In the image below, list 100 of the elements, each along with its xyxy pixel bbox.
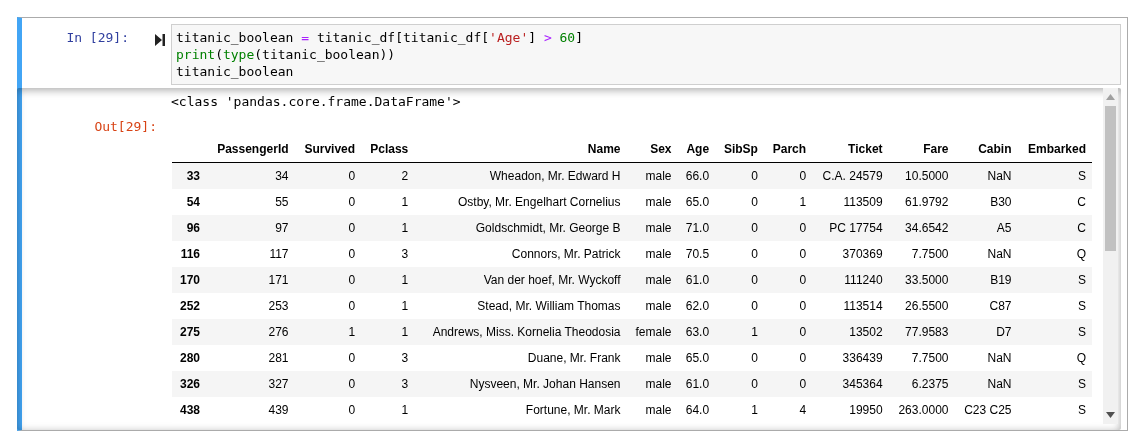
input-prompt: In [29]: <box>65 29 130 45</box>
row-index: 438 <box>172 397 206 423</box>
table-cell: D7 <box>954 319 1018 345</box>
table-cell: 61.0 <box>677 371 716 397</box>
table-cell: 0 <box>294 397 362 423</box>
table-cell: 263.0000 <box>888 397 955 423</box>
table-cell: 1 <box>763 189 813 215</box>
table-cell: 61.0 <box>677 267 716 293</box>
table-cell: Connors, Mr. Patrick <box>414 241 627 267</box>
table-cell: B19 <box>954 267 1018 293</box>
scroll-down-icon[interactable] <box>1106 412 1115 418</box>
table-cell: 33.5000 <box>888 267 955 293</box>
column-header: Name <box>414 136 627 163</box>
table-cell: 0 <box>294 293 362 319</box>
table-cell: PC 17754 <box>812 215 889 241</box>
stdout-text: <class 'pandas.core.frame.DataFrame'> <box>171 94 462 109</box>
table-cell: 55 <box>206 189 295 215</box>
table-cell: 0 <box>294 162 362 189</box>
table-cell: C <box>1017 189 1092 215</box>
table-cell: 253 <box>206 293 295 319</box>
code-line: print(type(titanic_boolean)) <box>176 46 397 63</box>
table-cell: male <box>626 215 678 241</box>
table-cell: male <box>626 345 678 371</box>
table-cell: 0 <box>715 345 764 371</box>
table-cell: 7.7500 <box>888 241 955 267</box>
table-cell: C87 <box>954 293 1018 319</box>
table-cell: 281 <box>206 345 295 371</box>
row-index: 96 <box>172 215 206 241</box>
table-cell: 0 <box>715 293 764 319</box>
row-index: 280 <box>172 345 206 371</box>
table-cell: 77.9583 <box>888 319 955 345</box>
table-cell: S <box>1017 371 1092 397</box>
column-header: SibSp <box>715 136 764 163</box>
column-header: Pclass <box>361 136 415 163</box>
table-cell: female <box>626 319 678 345</box>
table-cell: 34 <box>206 162 295 189</box>
column-header: Sex <box>626 136 678 163</box>
table-cell: S <box>1017 397 1092 423</box>
table-cell: 0 <box>715 189 764 215</box>
table-cell: Nysveen, Mr. Johan Hansen <box>414 371 627 397</box>
table-cell: 19950 <box>812 397 889 423</box>
table-cell: 3 <box>361 345 415 371</box>
table-cell: C <box>1017 215 1092 241</box>
column-header: Ticket <box>812 136 889 163</box>
table-cell: 0 <box>763 162 813 189</box>
table-cell: 111240 <box>812 267 889 293</box>
table-cell: 0 <box>294 241 362 267</box>
table-cell: 0 <box>715 241 764 267</box>
table-cell: male <box>626 189 678 215</box>
table-cell: Q <box>1017 241 1092 267</box>
scroll-thumb[interactable] <box>1105 106 1116 251</box>
column-header: PassengerId <box>206 136 295 163</box>
table-cell: 276 <box>206 319 295 345</box>
table-cell: Q <box>1017 345 1092 371</box>
table-cell: Stead, Mr. William Thomas <box>414 293 627 319</box>
row-index: 252 <box>172 293 206 319</box>
table-cell: 66.0 <box>677 162 716 189</box>
table-cell: 0 <box>715 267 764 293</box>
table-cell: 0 <box>715 371 764 397</box>
table-cell: male <box>626 397 678 423</box>
vertical-scrollbar[interactable] <box>1103 88 1118 424</box>
table-cell: 1 <box>361 189 415 215</box>
column-header: Cabin <box>954 136 1018 163</box>
table-cell: male <box>626 371 678 397</box>
table-cell: 0 <box>763 241 813 267</box>
table-cell: 0 <box>763 267 813 293</box>
table-cell: 1 <box>361 267 415 293</box>
table-cell: 6.2375 <box>888 371 955 397</box>
table-cell: 10.5000 <box>888 162 955 189</box>
table-cell: 0 <box>763 319 813 345</box>
table-cell: 61.9792 <box>888 189 955 215</box>
row-index: 326 <box>172 371 206 397</box>
table-cell: 34.6542 <box>888 215 955 241</box>
table-cell: 1 <box>294 319 362 345</box>
table-cell: 0 <box>715 215 764 241</box>
column-header: Parch <box>763 136 813 163</box>
table-cell: Andrews, Miss. Kornelia Theodosia <box>414 319 627 345</box>
table-cell: 70.5 <box>677 241 716 267</box>
table-cell: 65.0 <box>677 345 716 371</box>
table-cell: Duane, Mr. Frank <box>414 345 627 371</box>
code-editor[interactable]: titanic_boolean = titanic_df[titanic_df['Age'] > 60] print(type(titanic_boolean)) titanic_boolean <box>171 24 1121 85</box>
column-header: Age <box>677 136 716 163</box>
table-cell: 26.5500 <box>888 293 955 319</box>
table-cell: 3 <box>361 371 415 397</box>
table-cell: male <box>626 241 678 267</box>
run-icon[interactable] <box>155 34 165 46</box>
table-cell: 65.0 <box>677 189 716 215</box>
table-cell: S <box>1017 267 1092 293</box>
table-cell: C23 C25 <box>954 397 1018 423</box>
table-cell: NaN <box>954 162 1018 189</box>
table-cell: 1 <box>361 293 415 319</box>
table-cell: C.A. 24579 <box>812 162 889 189</box>
table-cell: 0 <box>763 293 813 319</box>
table-cell: 7.7500 <box>888 345 955 371</box>
table-cell: 117 <box>206 241 295 267</box>
table-cell: 3 <box>361 241 415 267</box>
scroll-up-icon[interactable] <box>1106 94 1115 100</box>
table-cell: NaN <box>954 371 1018 397</box>
table-cell: 0 <box>763 371 813 397</box>
table-cell: 0 <box>294 267 362 293</box>
